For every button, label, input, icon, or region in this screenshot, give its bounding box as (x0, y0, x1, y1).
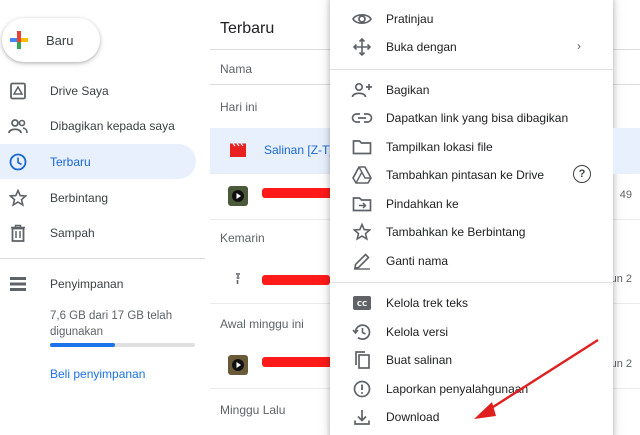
menu-item-label: Tambahkan ke Berbintang (386, 225, 526, 239)
section-label-today: Hari ini (220, 100, 258, 114)
sidebar-item-storage[interactable]: Penyimpanan (0, 266, 196, 301)
list-edge (613, 0, 640, 435)
menu-item-label: Kelola trek teks (386, 296, 469, 310)
chevron-right-icon: › (577, 39, 581, 53)
menu-item-open-with[interactable]: Buka dengan › (330, 33, 613, 61)
buy-storage-link[interactable]: Beli penyimpanan (50, 367, 145, 381)
clock-icon (8, 152, 28, 172)
menu-item-label: Buat salinan (386, 353, 453, 367)
new-button[interactable]: Baru (2, 18, 100, 62)
storage-icon (8, 274, 28, 294)
context-menu: Pratinjau Buka dengan › Bagikan Dapatkan… (330, 0, 613, 435)
menu-item-get-link[interactable]: Dapatkan link yang bisa dibagikan (330, 104, 613, 132)
help-icon[interactable]: ? (573, 165, 591, 183)
menu-item-move-to[interactable]: Pindahkan ke (330, 190, 613, 218)
sidebar-item-label: Sampah (50, 225, 95, 240)
star-icon (8, 188, 28, 208)
trash-icon (8, 223, 28, 243)
section-label-last-week: Minggu Lalu (220, 403, 286, 417)
move-to-icon (350, 194, 374, 214)
sidebar-item-label: Drive Saya (50, 83, 109, 98)
redacted-file-name (262, 188, 340, 198)
video-thumbnail-icon (228, 186, 248, 206)
storage-progress-fill (50, 343, 116, 347)
sidebar-item-shared[interactable]: Dibagikan kepada saya (0, 108, 196, 143)
column-header-name[interactable]: Nama (220, 62, 252, 76)
file-name: Salinan [Z-T] (264, 143, 333, 157)
menu-item-label: Laporkan penyalahgunaan (386, 382, 529, 396)
menu-item-label: Bagikan (386, 83, 430, 97)
menu-item-label: Pratinjau (386, 12, 434, 26)
menu-item-label: Ganti nama (386, 254, 449, 268)
menu-item-label: Dapatkan link yang bisa dibagikan (386, 111, 569, 125)
drive-shortcut-icon (350, 165, 374, 185)
menu-item-download[interactable]: Download (330, 403, 613, 431)
menu-item-show-file-location[interactable]: Tampilkan lokasi file (330, 133, 613, 161)
sidebar-item-starred[interactable]: Berbintang (0, 180, 196, 215)
folder-icon (350, 137, 374, 157)
menu-item-add-to-starred[interactable]: Tambahkan ke Berbintang (330, 218, 613, 246)
report-icon (350, 379, 374, 399)
sidebar-item-trash[interactable]: Sampah (0, 215, 196, 250)
sidebar-item-recent[interactable]: Terbaru (0, 144, 196, 179)
menu-item-label: Kelola versi (386, 325, 449, 339)
link-icon (350, 108, 374, 128)
svg-text:CC: CC (357, 300, 367, 308)
captions-icon: CC (350, 293, 374, 313)
move-arrows-icon (350, 37, 374, 57)
redacted-file-name (262, 275, 330, 285)
menu-item-preview[interactable]: Pratinjau (330, 5, 613, 33)
menu-item-label: Tampilkan lokasi file (386, 140, 493, 154)
plus-icon (8, 29, 30, 51)
sidebar: Baru Drive Saya Dibagikan kepada saya Te… (0, 0, 210, 435)
history-icon (350, 322, 374, 342)
sidebar-item-label: Terbaru (50, 154, 91, 169)
star-outline-icon (350, 222, 374, 242)
menu-item-make-copy[interactable]: Buat salinan (330, 346, 613, 374)
menu-item-label: Buka dengan (386, 40, 457, 54)
people-icon (8, 116, 28, 136)
section-label-yesterday: Kemarin (220, 231, 265, 245)
menu-item-label: Pindahkan ke (386, 197, 459, 211)
menu-item-label: Tambahkan pintasan ke Drive (386, 168, 545, 182)
eye-icon (350, 9, 374, 29)
pencil-icon (350, 251, 374, 271)
redacted-file-name (262, 357, 336, 367)
selected-row-edge (613, 128, 640, 174)
drive-icon (8, 81, 28, 101)
menu-item-manage-versions[interactable]: Kelola versi (330, 318, 613, 346)
person-add-icon (350, 80, 374, 100)
copy-icon (350, 350, 374, 370)
section-label-earlier-this-week: Awal minggu ini (220, 317, 304, 331)
sidebar-item-label: Dibagikan kepada saya (50, 118, 175, 133)
menu-item-share[interactable]: Bagikan (330, 76, 613, 104)
menu-item-add-shortcut[interactable]: Tambahkan pintasan ke Drive ? (330, 161, 613, 189)
page-title: Terbaru (220, 20, 275, 37)
storage-progress-bar (50, 343, 195, 347)
sidebar-item-my-drive[interactable]: Drive Saya (0, 73, 196, 108)
sidebar-item-label: Berbintang (50, 190, 109, 205)
new-button-label: Baru (46, 32, 74, 48)
menu-item-report-abuse[interactable]: Laporkan penyalahgunaan (330, 375, 613, 403)
menu-item-manage-captions[interactable]: CC Kelola trek teks (330, 289, 613, 317)
sidebar-divider (0, 258, 205, 259)
audio-file-icon (228, 270, 248, 290)
video-thumbnail-icon (228, 355, 248, 375)
menu-item-rename[interactable]: Ganti nama (330, 247, 613, 275)
menu-divider (330, 69, 613, 70)
storage-usage-text: 7,6 GB dari 17 GB telah digunakan (50, 310, 173, 338)
download-icon (350, 407, 374, 427)
menu-item-label: Download (386, 410, 440, 424)
video-file-icon (228, 140, 248, 160)
sidebar-item-label: Penyimpanan (50, 276, 124, 291)
menu-divider (330, 282, 613, 283)
